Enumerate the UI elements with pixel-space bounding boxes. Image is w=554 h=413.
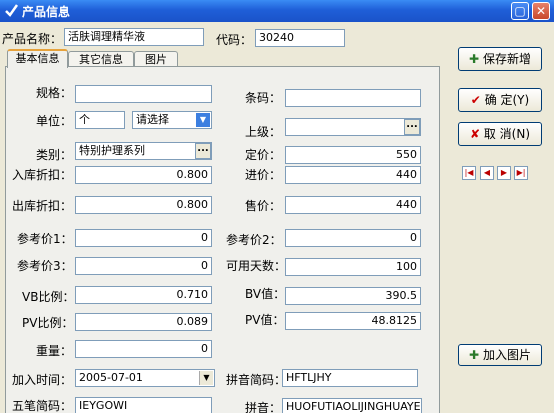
wubi-short-label: 五笔简码： xyxy=(12,399,73,413)
category-input[interactable]: 特别护理系列 xyxy=(75,142,212,160)
cancel-button[interactable]: ✘ 取 消(N) xyxy=(458,122,542,146)
sale-price-label: 售价： xyxy=(245,199,282,213)
cancel-label: 取 消(N) xyxy=(483,127,531,141)
pinyin-input[interactable]: HUOFUTIAOLIJINGHUAYE xyxy=(282,398,422,413)
cost-label: 进价： xyxy=(245,168,282,182)
bv-value-input[interactable]: 390.5 xyxy=(285,287,421,305)
spec-input[interactable] xyxy=(75,85,212,103)
ref-price3-label: 参考价3： xyxy=(17,259,73,273)
last-record-button[interactable]: ▶| xyxy=(514,166,528,180)
parent-label: 上级： xyxy=(245,125,282,139)
pv-value-label: PV值： xyxy=(245,313,285,327)
ref-price3-input[interactable]: 0 xyxy=(75,257,212,275)
vb-ratio-input[interactable]: 0.710 xyxy=(75,286,212,304)
date-dropdown-icon[interactable]: ▼ xyxy=(199,371,213,385)
date-added-value: 2005-07-01 xyxy=(79,371,143,384)
add-image-label: 加入图片 xyxy=(482,348,531,362)
ref-price1-label: 参考价1： xyxy=(17,232,73,246)
title-bar: 产品信息 ▢ ✕ xyxy=(0,0,554,22)
ok-button[interactable]: ✔ 确 定(Y) xyxy=(458,88,542,112)
plus-icon: ✚ xyxy=(469,52,480,66)
out-discount-label: 出库折扣： xyxy=(12,199,73,213)
weight-input[interactable]: 0 xyxy=(75,340,212,358)
pinyin-short-label: 拼音简码： xyxy=(226,373,287,387)
wubi-short-input[interactable]: IEYGOWI xyxy=(75,397,212,413)
unit-input[interactable]: 个 xyxy=(75,111,125,129)
window-title: 产品信息 xyxy=(22,5,71,19)
usable-days-input[interactable]: 100 xyxy=(285,258,421,276)
maximize-button[interactable]: ▢ xyxy=(511,2,529,20)
parent-browse-button[interactable]: ... xyxy=(404,119,420,135)
unit-select[interactable]: 请选择 ▼ xyxy=(132,111,212,129)
pv-value-input[interactable]: 48.8125 xyxy=(285,312,421,330)
spec-label: 规格： xyxy=(36,86,73,100)
save-new-label: 保存新增 xyxy=(482,52,531,66)
ok-label: 确 定(Y) xyxy=(484,93,530,107)
first-record-button[interactable]: |◀ xyxy=(462,166,476,180)
ref-price2-input[interactable]: 0 xyxy=(285,229,421,247)
ref-price1-input[interactable]: 0 xyxy=(75,229,212,247)
pinyin-short-input[interactable]: HFTLJHY xyxy=(282,369,418,387)
next-record-button[interactable]: ▶ xyxy=(497,166,511,180)
category-browse-button[interactable]: ... xyxy=(195,143,211,159)
price-label: 定价： xyxy=(245,148,282,162)
product-name-input[interactable]: 活肤调理精华液 xyxy=(64,28,204,46)
cross-icon: ✘ xyxy=(469,127,481,141)
vb-ratio-label: VB比例： xyxy=(22,290,75,304)
product-name-label: 产品名称： xyxy=(2,32,63,46)
parent-input[interactable] xyxy=(285,118,421,136)
code-input[interactable]: 30240 xyxy=(255,29,345,47)
sale-price-input[interactable]: 440 xyxy=(285,196,421,214)
in-discount-label: 入库折扣： xyxy=(12,168,73,182)
add-image-button[interactable]: ✚ 加入图片 xyxy=(458,344,542,366)
save-new-button[interactable]: ✚ 保存新增 xyxy=(458,47,542,71)
close-button[interactable]: ✕ xyxy=(532,2,550,20)
app-icon xyxy=(5,4,19,17)
weight-label: 重量： xyxy=(36,344,73,358)
pv-ratio-label: PV比例： xyxy=(22,316,74,330)
barcode-input[interactable] xyxy=(285,89,421,107)
pinyin-label: 拼音： xyxy=(245,401,282,413)
unit-label: 单位： xyxy=(36,114,73,128)
barcode-label: 条码： xyxy=(245,91,282,105)
dropdown-arrow-icon[interactable]: ▼ xyxy=(196,113,210,127)
code-label: 代码： xyxy=(216,33,253,47)
unit-select-value: 请选择 xyxy=(136,113,169,126)
pv-ratio-input[interactable]: 0.089 xyxy=(75,313,212,331)
check-icon: ✔ xyxy=(470,93,481,107)
tab-basic-info[interactable]: 基本信息 xyxy=(7,49,68,68)
ref-price2-label: 参考价2： xyxy=(226,233,282,247)
prev-record-button[interactable]: ◀ xyxy=(480,166,494,180)
in-discount-input[interactable]: 0.800 xyxy=(75,166,212,184)
date-added-picker[interactable]: 2005-07-01 ▼ xyxy=(75,369,215,387)
price-input[interactable]: 550 xyxy=(285,146,421,164)
date-added-label: 加入时间： xyxy=(12,373,73,387)
out-discount-input[interactable]: 0.800 xyxy=(75,196,212,214)
category-label: 类别： xyxy=(36,148,73,162)
plus-icon: ✚ xyxy=(469,348,480,362)
bv-value-label: BV值： xyxy=(245,287,286,301)
usable-days-label: 可用天数： xyxy=(226,259,287,273)
cost-input[interactable]: 440 xyxy=(285,166,421,184)
